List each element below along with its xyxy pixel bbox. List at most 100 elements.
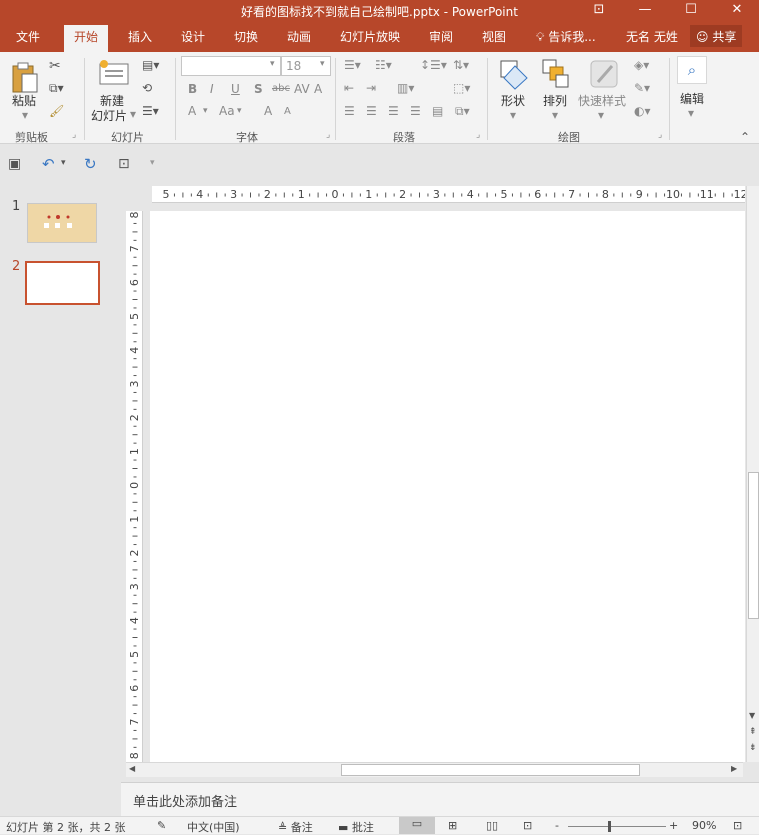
align-left-icon[interactable]: ☰ [344,104,355,118]
paste-icon[interactable] [10,60,40,94]
ribbon-display-options-button[interactable]: ⊡ [576,0,622,22]
section-icon[interactable]: ☰▾ [142,104,159,118]
tab-animations[interactable]: 动画 [287,28,311,45]
font-name-combo[interactable] [181,56,281,76]
save-icon[interactable]: ▣ [8,156,21,172]
vertical-scroll-thumb[interactable] [748,472,759,619]
repeat-icon[interactable]: ↻ [84,155,97,173]
slideshow-view-icon[interactable]: ⊡ [523,819,532,832]
editing-label[interactable]: 编辑 [680,90,704,107]
decrease-indent-icon[interactable]: ⇤ [344,81,354,95]
copy-icon[interactable]: ⧉▾ [49,81,64,96]
increase-indent-icon[interactable]: ⇥ [366,81,376,95]
vertical-scrollbar[interactable]: ▼ ⇞ ⇟ [746,186,759,762]
zoom-out-button[interactable]: - [555,819,559,832]
spell-check-icon[interactable]: ✎ [157,819,166,832]
horizontal-ruler[interactable]: 543210123456789101112 [152,186,745,203]
shadow-button[interactable]: S [254,82,263,96]
normal-view-icon[interactable]: ▭ [399,817,435,834]
font-color-button[interactable]: A [188,104,196,118]
new-slide-label-line2[interactable]: 幻灯片 [91,107,127,124]
tab-slideshow[interactable]: 幻灯片放映 [340,28,400,45]
zoom-slider-thumb[interactable] [608,821,611,832]
notes-pane[interactable]: 单击此处添加备注 [121,782,759,816]
shapes-icon[interactable] [498,58,530,90]
clipboard-launcher-icon[interactable]: ⌟ [72,130,76,140]
strikethrough-button[interactable]: abc [272,83,290,94]
tab-review[interactable]: 审阅 [429,28,453,45]
character-spacing-button[interactable]: AV [294,82,310,96]
justify-icon[interactable]: ☰ [410,104,421,118]
align-right-icon[interactable]: ☰ [388,104,399,118]
slide-thumbnail-2[interactable] [25,261,100,305]
shape-effects-icon[interactable]: ◐▾ [634,104,651,118]
shape-fill-icon[interactable]: ◈▾ [634,58,649,72]
editing-dropdown-icon[interactable]: ▾ [688,106,694,120]
change-case-dropdown-icon[interactable]: ▾ [237,106,242,116]
tab-view[interactable]: 视图 [482,28,506,45]
format-painter-icon[interactable]: 🖌︎ [49,104,64,118]
shape-outline-icon[interactable]: ✎▾ [634,81,650,95]
arrange-icon[interactable] [541,58,571,90]
layout-icon[interactable]: ▤▾ [142,58,159,72]
arrange-dropdown-icon[interactable]: ▾ [552,108,558,122]
quick-styles-icon[interactable] [588,58,620,90]
maximize-button[interactable]: ☐ [668,0,714,22]
scroll-right-arrow-icon[interactable]: ▶ [731,764,737,773]
new-slide-dropdown-icon[interactable]: ▾ [130,107,136,121]
slide-thumbnail-1[interactable] [27,203,97,243]
font-size-dropdown-icon[interactable]: ▾ [320,59,325,69]
bullets-icon[interactable]: ☰▾ [344,58,361,72]
reading-view-icon[interactable]: ▯▯ [486,819,498,832]
language-status[interactable]: 中文(中国) [187,819,240,835]
scroll-down-arrow-icon[interactable]: ▼ [749,711,755,720]
align-center-icon[interactable]: ☰ [366,104,377,118]
slide-sorter-icon[interactable]: ⊞ [448,819,457,832]
tab-design[interactable]: 设计 [181,28,205,45]
smartart-icon[interactable]: ⧉▾ [455,104,470,119]
vertical-ruler[interactable]: 8 7 6 5 4 3 2 1 0 1 2 3 4 5 6 7 8 [126,211,143,762]
reset-slide-icon[interactable]: ⟲ [142,81,152,95]
italic-button[interactable]: I [210,82,214,96]
fit-slide-icon[interactable]: ⊡ [733,819,742,832]
tab-file[interactable]: 文件 [16,28,40,45]
align-text-icon[interactable]: ⬚▾ [453,81,470,95]
bold-button[interactable]: B [188,82,197,96]
new-slide-icon[interactable] [97,58,131,88]
distributed-icon[interactable]: ▤ [432,104,443,118]
paragraph-launcher-icon[interactable]: ⌟ [476,130,480,140]
clear-formatting-button[interactable]: A [314,82,322,96]
underline-button[interactable]: U [231,82,240,96]
undo-dropdown-icon[interactable]: ▾ [61,158,66,168]
quick-styles-label[interactable]: 快速样式 [578,92,626,109]
zoom-in-button[interactable]: + [669,819,678,832]
change-case-button[interactable]: Aa [219,104,235,118]
font-launcher-icon[interactable]: ⌟ [326,130,330,140]
tab-home[interactable]: 开始 [64,25,109,52]
grow-font-button[interactable]: A [264,104,272,118]
minimize-button[interactable]: — [622,0,668,22]
tab-transitions[interactable]: 切换 [234,28,258,45]
collapse-ribbon-icon[interactable]: ⌃ [740,130,750,144]
shapes-label[interactable]: 形状 [501,92,525,109]
notes-toggle[interactable]: ≜ 备注 [278,819,313,835]
next-slide-icon[interactable]: ⇟ [749,743,757,753]
zoom-slider-track[interactable] [568,826,666,827]
cut-icon[interactable]: ✂ [49,58,61,74]
tell-me-search[interactable]: 💡︎ 告诉我... [536,28,596,45]
close-button[interactable]: ✕ [714,0,759,22]
horizontal-scrollbar[interactable]: ◀ ▶ [126,762,743,777]
scroll-left-arrow-icon[interactable]: ◀ [129,764,135,773]
font-color-dropdown-icon[interactable]: ▾ [203,106,208,116]
numbering-icon[interactable]: ☷▾ [375,58,392,72]
notes-placeholder[interactable]: 单击此处添加备注 [133,791,237,810]
columns-icon[interactable]: ▥▾ [397,81,414,95]
user-name[interactable]: 无名 无姓 [626,28,678,45]
drawing-launcher-icon[interactable]: ⌟ [658,130,662,140]
customize-qat-icon[interactable]: ▾ [150,158,155,168]
arrange-label[interactable]: 排列 [543,92,567,109]
paste-label[interactable]: 粘贴 [12,92,36,109]
paste-dropdown-icon[interactable]: ▾ [22,108,28,122]
previous-slide-icon[interactable]: ⇞ [749,727,757,737]
slide-canvas[interactable] [150,211,745,762]
